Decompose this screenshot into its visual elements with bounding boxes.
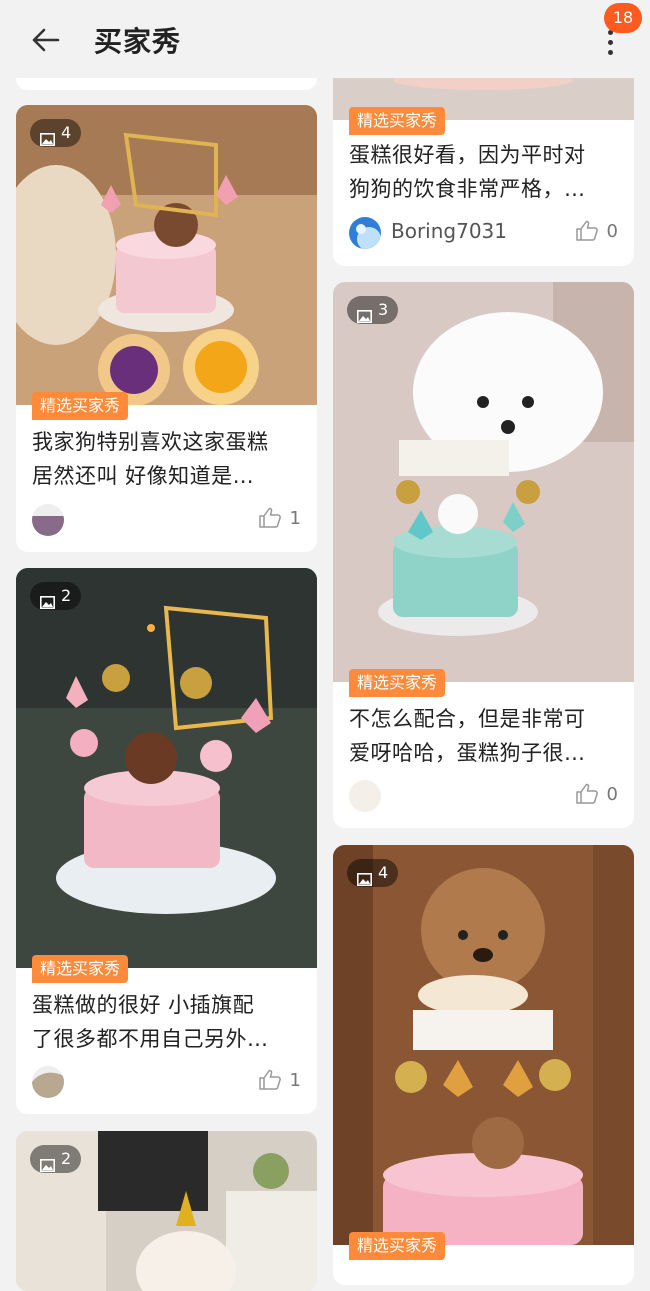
top-bar: 买家秀 18 — [0, 0, 650, 78]
thumbs-up-icon — [258, 1068, 282, 1092]
featured-tag: 精选买家秀 — [32, 955, 129, 983]
notification-badge: 18 — [604, 3, 642, 33]
username[interactable]: Boring7031 — [391, 219, 507, 243]
review-footer: 1 — [32, 1064, 301, 1100]
avatar[interactable] — [32, 504, 64, 536]
photo-count-chip: 4 — [347, 859, 399, 887]
review-photo[interactable]: 2 — [16, 1131, 317, 1291]
photo-count: 4 — [61, 123, 72, 142]
thumbs-up-icon — [258, 506, 282, 530]
avatar[interactable] — [32, 1066, 64, 1098]
review-card[interactable]: 2 — [16, 1131, 317, 1291]
image-icon — [357, 304, 372, 323]
image-icon — [40, 590, 55, 609]
image-icon — [40, 1153, 55, 1172]
photo-count: 2 — [61, 586, 72, 605]
thumbs-up-icon — [575, 782, 599, 806]
review-photo[interactable]: 3 — [333, 282, 634, 682]
featured-tag: 精选买家秀 — [349, 669, 446, 697]
review-footer: Boring7031 0 — [349, 215, 618, 251]
photo-count: 3 — [378, 300, 389, 319]
featured-tag: 精选买家秀 — [349, 1232, 446, 1260]
photo-count: 2 — [61, 1149, 72, 1168]
page-title: 买家秀 — [94, 25, 182, 58]
like-count: 0 — [606, 220, 618, 242]
review-card[interactable]: 3 精选买家秀 不怎么配合，但是非常可 爱呀哈哈，蛋糕狗子很… 0 — [333, 282, 634, 828]
review-caption: 我家狗特别喜欢这家蛋糕 居然还叫 好像知道是… — [32, 430, 269, 488]
like-button[interactable]: 1 — [258, 506, 301, 530]
image-icon — [40, 127, 55, 146]
like-button[interactable]: 1 — [258, 1068, 301, 1092]
photo-count-chip: 4 — [30, 119, 82, 147]
image-icon — [357, 867, 372, 886]
review-photo[interactable]: 4 — [16, 105, 317, 405]
review-caption: 不怎么配合，但是非常可 爱呀哈哈，蛋糕狗子很… — [349, 707, 586, 765]
photo-count-chip: 3 — [347, 296, 399, 324]
review-photo[interactable]: 4 — [333, 845, 634, 1245]
like-count: 1 — [289, 1069, 301, 1091]
like-button[interactable]: 0 — [575, 782, 618, 806]
avatar[interactable] — [349, 780, 381, 812]
featured-tag: 精选买家秀 — [349, 107, 446, 135]
photo-count: 4 — [378, 863, 389, 882]
like-count: 0 — [606, 783, 618, 805]
back-arrow-icon[interactable] — [28, 22, 64, 58]
review-footer: 1 — [32, 502, 301, 538]
photo-count-chip: 2 — [30, 1145, 82, 1173]
like-button[interactable]: 0 — [575, 219, 618, 243]
review-card[interactable]: 2 精选买家秀 蛋糕做的很好 小插旗配 了很多都不用自己另外… 1 — [16, 568, 317, 1114]
thumbs-up-icon — [575, 219, 599, 243]
like-count: 1 — [289, 507, 301, 529]
featured-tag: 精选买家秀 — [32, 392, 129, 420]
review-caption: 蛋糕做的很好 小插旗配 了很多都不用自己另外… — [32, 993, 269, 1051]
review-card[interactable]: 精选买家秀 蛋糕很好看，因为平时对 狗狗的饮食非常严格，… Boring7031… — [333, 60, 634, 266]
review-card[interactable]: 4 精选买家秀 — [333, 845, 634, 1285]
more-menu-icon[interactable] — [598, 30, 622, 60]
review-caption: 蛋糕很好看，因为平时对 狗狗的饮食非常严格，… — [349, 143, 586, 201]
photo-count-chip: 2 — [30, 582, 82, 610]
review-photo[interactable]: 2 — [16, 568, 317, 968]
review-card[interactable]: 4 精选买家秀 我家狗特别喜欢这家蛋糕 居然还叫 好像知道是… 1 — [16, 105, 317, 552]
review-footer: 0 — [349, 778, 618, 814]
avatar[interactable] — [349, 217, 381, 249]
